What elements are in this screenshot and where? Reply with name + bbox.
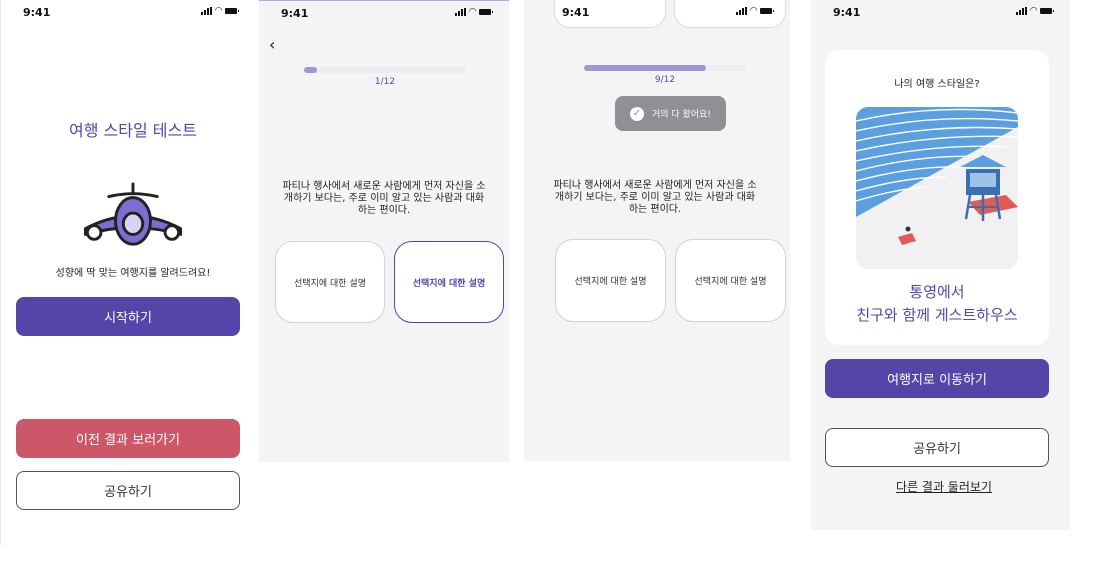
intro-subtitle: 성향에 딱 맞는 여행지를 알려드려요! [55, 268, 211, 279]
wifi-icon: ◠ [469, 7, 476, 17]
signal-icon [455, 8, 467, 16]
share-button[interactable]: 공유하기 [16, 471, 240, 510]
question-text: 파티나 행사에서 새로운 사람에게 먼저 자신을 소 개하기 보다는, 주로 이… [269, 181, 499, 217]
screen-result: 9:41 ◠ 나의 여행 스타일은? 통영에서 친구와 함께 게스트하우스 여행… [811, 0, 1070, 530]
status-bar: 9:41 ◠ [259, 7, 509, 21]
back-icon[interactable]: ‹ [269, 35, 275, 54]
signal-icon [201, 7, 213, 15]
progress-bar [304, 67, 466, 73]
signal-icon [1016, 7, 1028, 15]
screen-question-1: 9:41 ◠ ‹ 1/12 파티나 행사에서 새로운 사람에게 먼저 자신을 소… [259, 0, 509, 462]
question-line: 개하기 보다는, 주로 이미 알고 있는 사람과 대화 [554, 192, 756, 203]
choice-left[interactable]: 선택지에 대한 설명 [555, 239, 666, 322]
result-card: 나의 여행 스타일은? 통영에서 친구와 함께 게스트하우스 [825, 50, 1049, 345]
result-line2: 친구와 함께 게스트하우스 [856, 306, 1018, 324]
wifi-icon: ◠ [1030, 6, 1037, 16]
other-results-link[interactable]: 다른 결과 둘러보기 [811, 478, 1077, 495]
screen-question-9: 9:41 ◠ 9/12 ✓ 거의 다 왔어요! 파티나 행사에서 새로운 사람에… [524, 0, 790, 461]
battery-icon [1040, 8, 1054, 14]
card-title: 나의 여행 스타일은? [894, 79, 980, 90]
status-icons: ◠ [736, 6, 774, 16]
status-time: 9:41 [281, 7, 309, 20]
question-line: 개하기 보다는, 주로 이미 알고 있는 사람과 대화 [283, 193, 485, 204]
status-icons: ◠ [1016, 6, 1054, 16]
question-line: 하는 편이다. [628, 204, 682, 215]
status-bar: 9:41 ◠ [811, 6, 1070, 20]
status-icons: ◠ [455, 7, 493, 17]
wifi-icon: ◠ [215, 6, 222, 16]
choice-left[interactable]: 선택지에 대한 설명 [275, 241, 385, 323]
question-line: 파티나 행사에서 새로운 사람에게 먼저 자신을 소 [282, 181, 486, 192]
battery-icon [479, 9, 493, 15]
battery-icon [225, 8, 239, 14]
toast: ✓ 거의 다 왔어요! [615, 96, 726, 131]
status-bar: 9:41 ◠ [524, 6, 790, 20]
progress-label: 9/12 [654, 75, 676, 85]
question-line: 파티나 행사에서 새로운 사람에게 먼저 자신을 소 [553, 180, 757, 191]
status-bar: 9:41 ◠ [1, 6, 255, 20]
progress-label: 1/12 [374, 77, 396, 87]
signal-icon [736, 7, 748, 15]
toast-text: 거의 다 왔어요! [651, 110, 711, 120]
beach-lifeguard-illustration [856, 107, 1018, 269]
go-destination-button[interactable]: 여행지로 이동하기 [825, 359, 1049, 398]
question-line: 하는 편이다. [357, 205, 411, 216]
status-time: 9:41 [23, 6, 51, 19]
status-time: 9:41 [833, 6, 861, 19]
progress-fill [304, 67, 318, 73]
choice-right-selected[interactable]: 선택지에 대한 설명 [394, 241, 504, 323]
result-line1: 통영에서 [909, 283, 965, 301]
check-circle-icon: ✓ [629, 106, 644, 121]
progress-bar [584, 65, 746, 71]
airplane-icon [83, 182, 183, 246]
question-text: 파티나 행사에서 새로운 사람에게 먼저 자신을 소 개하기 보다는, 주로 이… [540, 180, 770, 216]
progress-fill [584, 65, 706, 71]
battery-icon [760, 8, 774, 14]
choice-right[interactable]: 선택지에 대한 설명 [675, 239, 786, 322]
status-icons: ◠ [201, 6, 239, 16]
screen-intro: 9:41 ◠ 여행 스타일 테스트 성향에 딱 맞는 여행지를 알려드려요! 시… [0, 0, 255, 545]
wifi-icon: ◠ [750, 6, 757, 16]
start-button[interactable]: 시작하기 [16, 297, 240, 336]
previous-result-button[interactable]: 이전 결과 보러가기 [16, 419, 240, 458]
status-time: 9:41 [562, 6, 590, 19]
page-title: 여행 스타일 테스트 [69, 121, 197, 140]
share-button[interactable]: 공유하기 [825, 428, 1049, 467]
